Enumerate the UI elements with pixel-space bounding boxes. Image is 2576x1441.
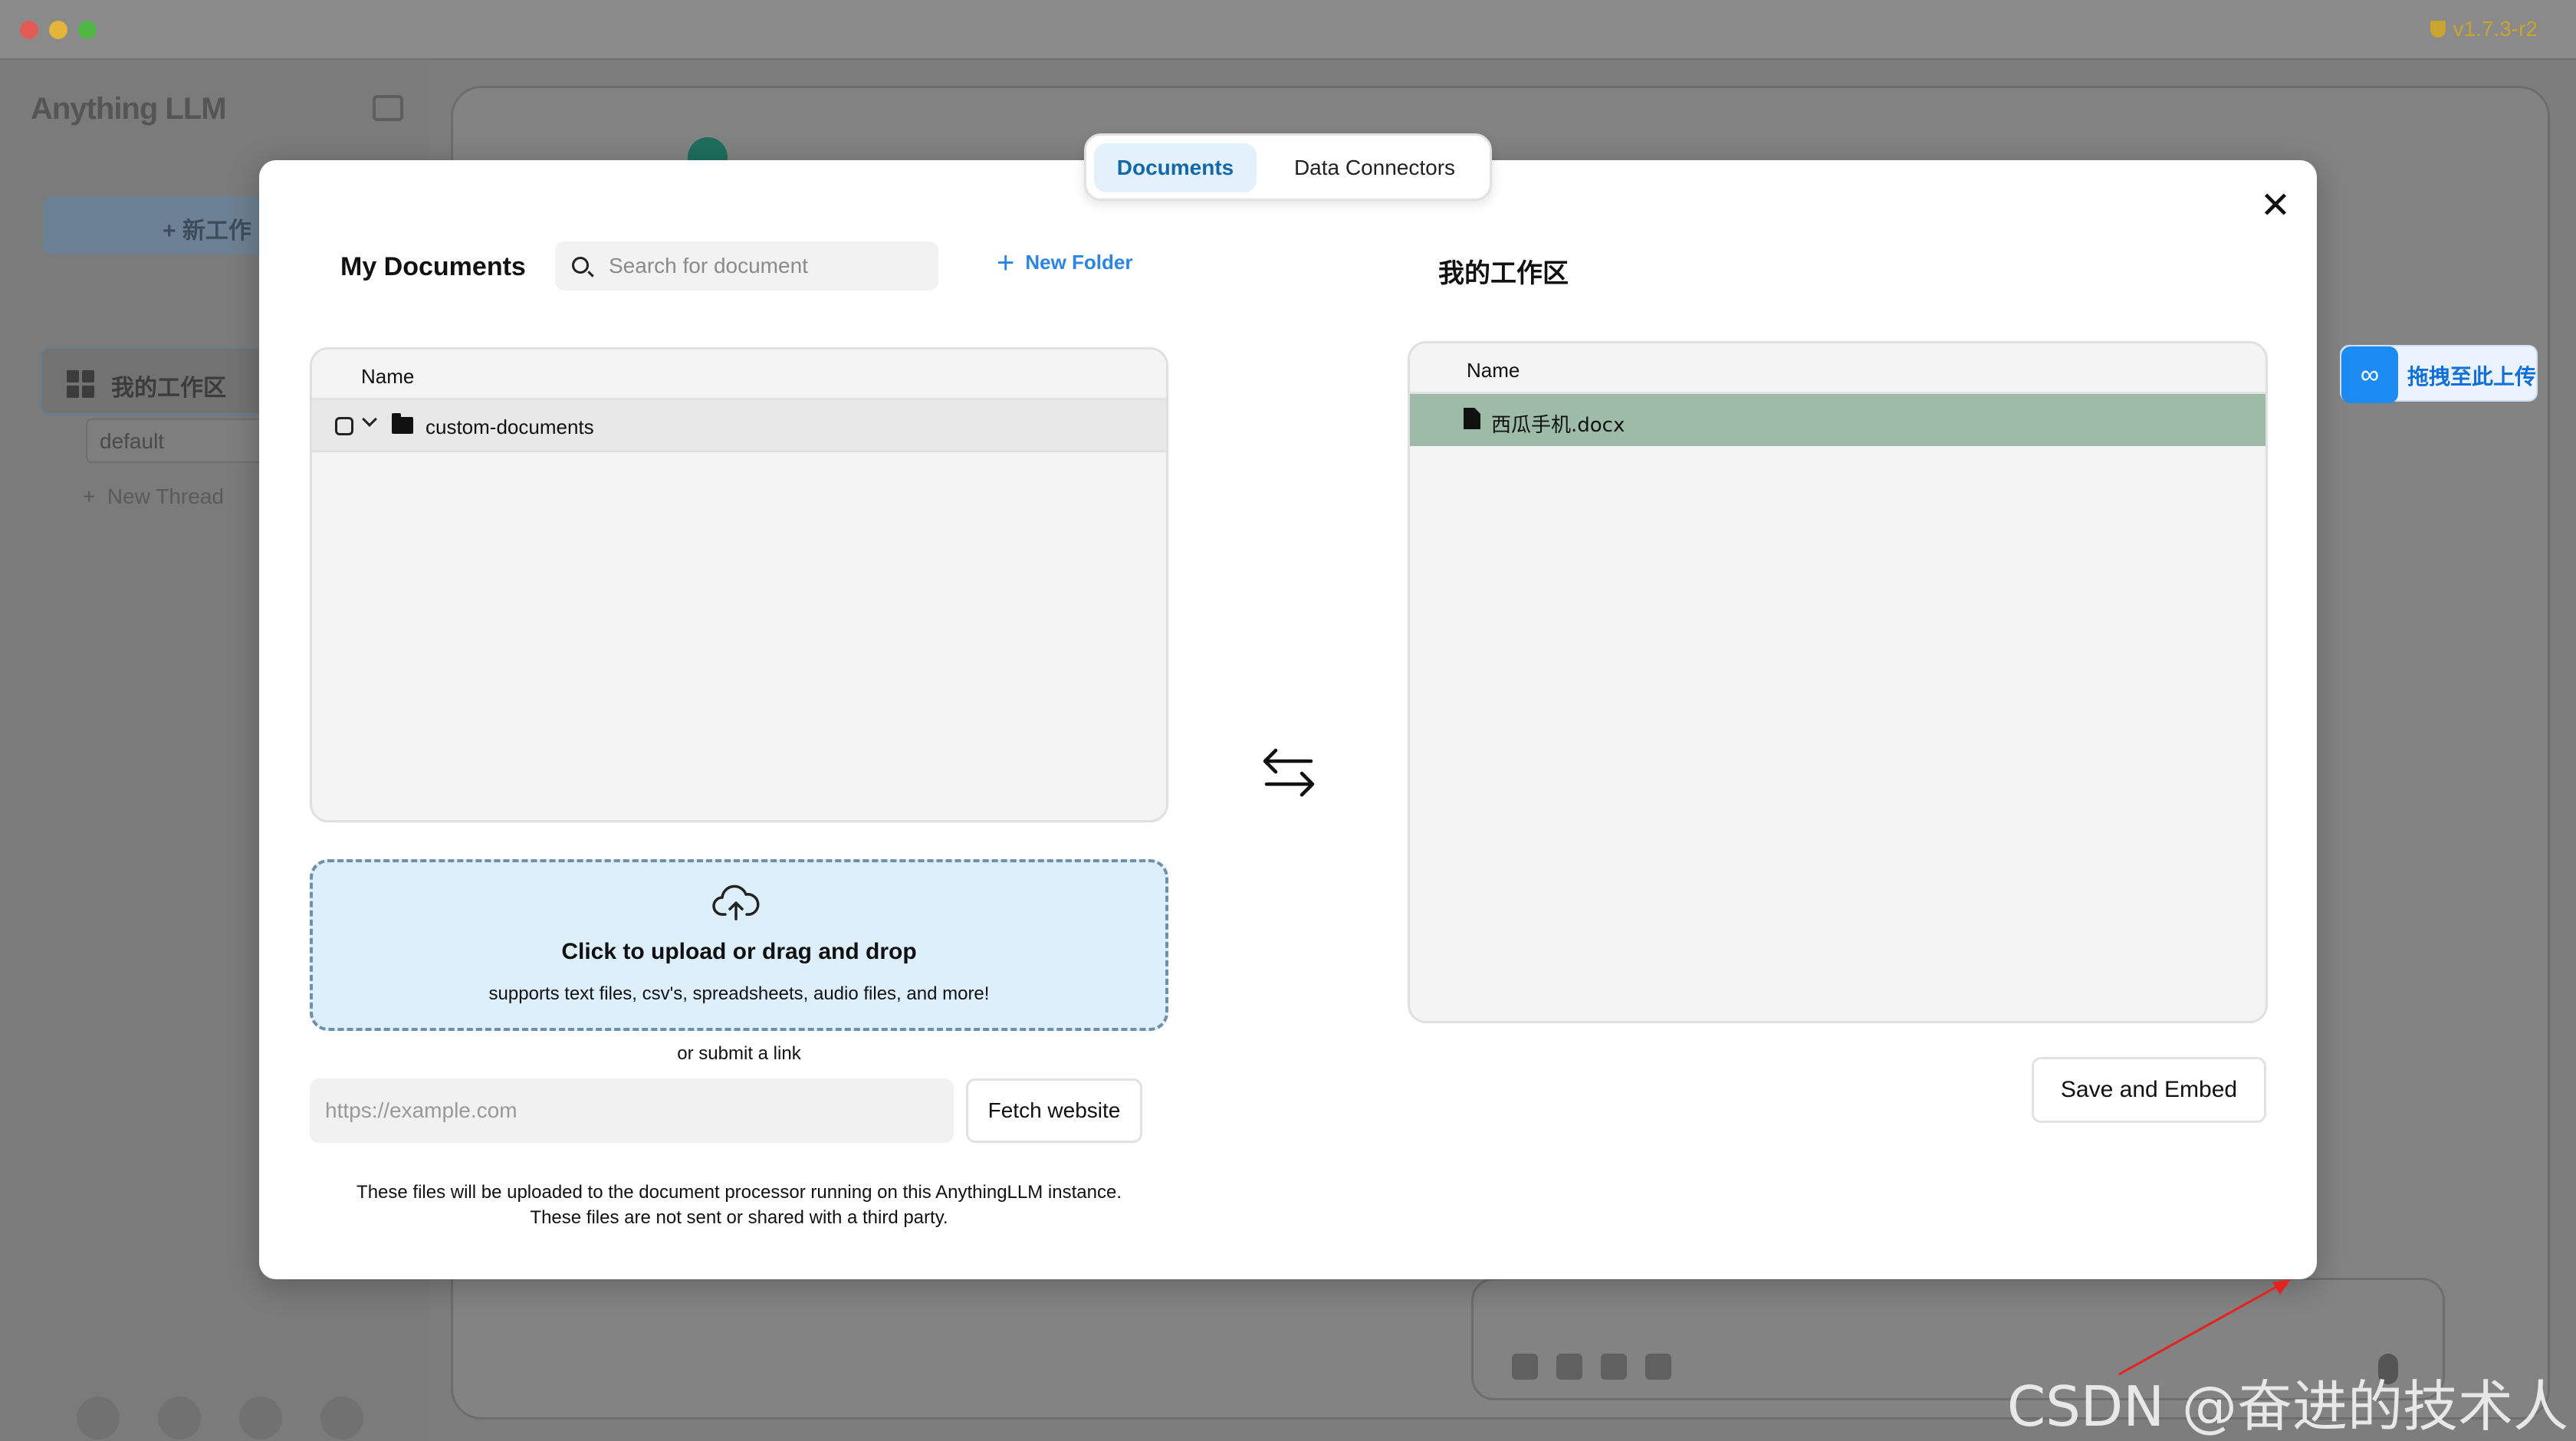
attach-icon[interactable] bbox=[1512, 1354, 1538, 1380]
modal-tabbar: Documents Data Connectors bbox=[1084, 133, 1492, 201]
new-thread-label: New Thread bbox=[107, 484, 224, 508]
drag-upload-label: 拖拽至此上传 bbox=[2407, 364, 2537, 389]
upload-subtitle: supports text files, csv's, spreadsheets… bbox=[488, 983, 990, 1004]
column-header-name: Name bbox=[1410, 343, 2266, 394]
close-window-button[interactable] bbox=[20, 21, 38, 39]
search-input[interactable] bbox=[609, 241, 931, 290]
sidebar-item-workspace[interactable]: 我的工作区 bbox=[40, 346, 293, 415]
minimize-window-button[interactable] bbox=[49, 21, 67, 39]
column-header-name: Name bbox=[312, 350, 1166, 400]
document-manager-modal: ✕ My Documents + New Folder Name custom-d… bbox=[259, 160, 2317, 1376]
folder-icon bbox=[392, 413, 413, 434]
workspace-documents-table: Name 西瓜手机.docx bbox=[1408, 341, 2268, 1023]
tab-documents[interactable]: Documents bbox=[1094, 143, 1257, 192]
swap-arrows-icon bbox=[1263, 748, 1315, 797]
cloud-drive-icon: ∞ bbox=[2341, 346, 2398, 403]
watermark: CSDN @奋进的技术人 bbox=[2006, 1374, 2568, 1439]
new-thread-button[interactable]: + New Thread bbox=[83, 484, 224, 509]
version-label: v1.7.3-r2 bbox=[2430, 17, 2538, 41]
slash-command-icon[interactable] bbox=[1556, 1354, 1582, 1380]
file-icon bbox=[1464, 408, 1480, 429]
chat-input-tools bbox=[1512, 1354, 1671, 1380]
sidebar-footer-icons bbox=[77, 1397, 363, 1439]
disclaimer-line-2: These files are not sent or shared with … bbox=[530, 1207, 948, 1228]
plus-icon: + bbox=[83, 484, 107, 508]
fetch-website-button[interactable]: Fetch website bbox=[966, 1078, 1142, 1143]
sidebar-toggle-icon[interactable] bbox=[373, 95, 403, 121]
document-search bbox=[555, 241, 938, 290]
disclaimer-line-1: These files will be uploaded to the docu… bbox=[356, 1182, 1122, 1203]
folder-name: custom-documents bbox=[426, 415, 594, 438]
my-documents-title: My Documents bbox=[340, 252, 526, 281]
cloud-upload-icon bbox=[712, 885, 760, 921]
table-row[interactable]: 西瓜手机.docx bbox=[1410, 394, 2266, 446]
docs-icon[interactable] bbox=[158, 1397, 201, 1439]
grid-icon bbox=[67, 370, 94, 398]
upload-disclaimer: These files will be uploaded to the docu… bbox=[310, 1180, 1168, 1230]
maximize-window-button[interactable] bbox=[78, 21, 97, 39]
plus-icon: + bbox=[163, 218, 182, 244]
window-titlebar: v1.7.3-r2 bbox=[0, 0, 2576, 60]
workspace-label: 我的工作区 bbox=[111, 376, 226, 401]
save-and-embed-button[interactable]: Save and Embed bbox=[2032, 1057, 2266, 1123]
folder-checkbox[interactable] bbox=[335, 417, 353, 435]
community-icon[interactable] bbox=[77, 1397, 120, 1439]
new-folder-button[interactable]: + New Folder bbox=[997, 246, 1133, 284]
table-row[interactable]: custom-documents bbox=[312, 400, 1166, 452]
settings-wrench-icon[interactable] bbox=[320, 1397, 363, 1439]
close-icon[interactable]: ✕ bbox=[2252, 183, 2298, 229]
drag-upload-button[interactable]: ∞ 拖拽至此上传 bbox=[2340, 345, 2538, 403]
text-size-icon[interactable] bbox=[1645, 1354, 1671, 1380]
my-documents-table: Name custom-documents bbox=[310, 347, 1168, 822]
file-name: 西瓜手机.docx bbox=[1491, 414, 1625, 437]
brand-logo: Anything LLM bbox=[31, 92, 227, 126]
workspace-title: 我的工作区 bbox=[1438, 258, 1569, 289]
url-input[interactable] bbox=[310, 1078, 954, 1143]
discord-icon[interactable] bbox=[239, 1397, 282, 1439]
new-workspace-button[interactable]: + 新工作 bbox=[43, 196, 296, 254]
upload-dropzone[interactable]: Click to upload or drag and drop support… bbox=[310, 859, 1168, 1031]
shield-icon bbox=[2430, 21, 2446, 38]
plus-icon: + bbox=[997, 246, 1015, 280]
tab-data-connectors[interactable]: Data Connectors bbox=[1264, 143, 1485, 192]
agent-icon[interactable] bbox=[1601, 1354, 1627, 1380]
upload-title: Click to upload or drag and drop bbox=[561, 939, 917, 964]
chevron-down-icon[interactable] bbox=[362, 412, 377, 427]
new-folder-label: New Folder bbox=[1025, 251, 1133, 274]
version-text: v1.7.3-r2 bbox=[2453, 17, 2538, 41]
new-workspace-label: 新工作 bbox=[182, 218, 251, 244]
search-icon bbox=[572, 257, 589, 274]
or-submit-link-label: or submit a link bbox=[677, 1043, 801, 1064]
